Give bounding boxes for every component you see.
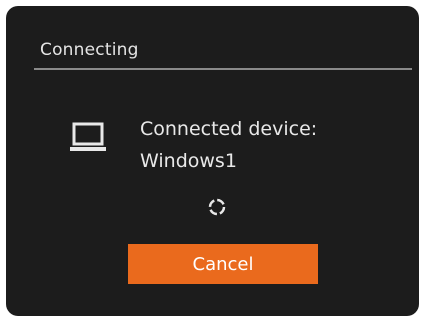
- connected-device-label: Connected device:: [140, 118, 318, 140]
- cancel-button[interactable]: Cancel: [128, 244, 318, 284]
- laptop-icon: [70, 122, 106, 151]
- connected-device-name: Windows1: [140, 150, 237, 172]
- title-divider: [34, 68, 412, 70]
- dialog-title: Connecting: [40, 40, 139, 60]
- connecting-dialog: Connecting Connected device: Windows1 Ca…: [6, 6, 419, 316]
- spinner-icon: [208, 198, 226, 216]
